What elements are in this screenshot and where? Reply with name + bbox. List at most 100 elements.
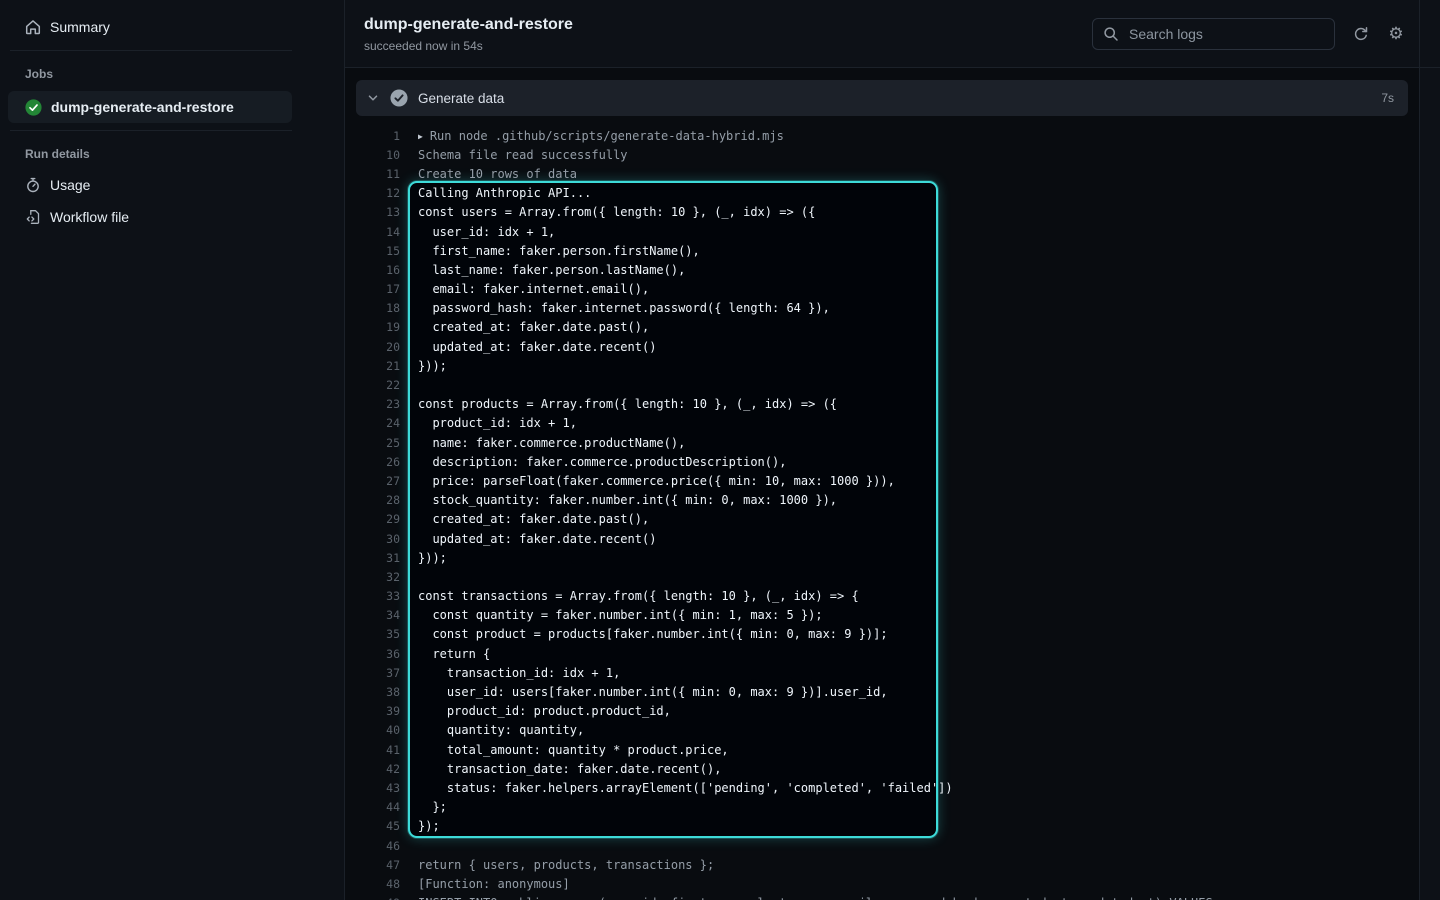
line-number: 43 <box>356 781 400 795</box>
line-number: 31 <box>356 551 400 565</box>
step-name: Generate data <box>418 91 504 106</box>
line-number: 16 <box>356 263 400 277</box>
stopwatch-icon <box>25 177 41 193</box>
sidebar-divider <box>10 130 292 131</box>
search-logs-box[interactable] <box>1092 18 1335 50</box>
file-code-icon <box>25 209 41 225</box>
line-number: 26 <box>356 455 400 469</box>
line-text: first_name: faker.person.firstName(), <box>418 244 700 258</box>
log-row: 47 return { users, products, transactions… <box>356 855 1408 874</box>
line-text: const users = Array.from({ length: 10 },… <box>418 205 815 219</box>
line-text: })); <box>418 551 447 565</box>
line-number: 36 <box>356 647 400 661</box>
main-panel: dump-generate-and-restore succeeded now … <box>345 0 1440 900</box>
line-text: price: parseFloat(faker.commerce.price({… <box>418 474 895 488</box>
line-number: 22 <box>356 378 400 392</box>
line-text: stock_quantity: faker.number.int({ min: … <box>418 493 837 507</box>
line-number: 46 <box>356 839 400 853</box>
line-number: 1 <box>356 129 400 143</box>
log-row: 14 user_id: idx + 1, <box>356 222 1408 241</box>
log-row: 37 transaction_id: idx + 1, <box>356 663 1408 682</box>
step-status-check-icon <box>390 89 408 107</box>
sidebar-item-workflow-file[interactable]: Workflow file <box>0 201 292 233</box>
log-row: 16 last_name: faker.person.lastName(), <box>356 260 1408 279</box>
line-text: quantity: quantity, <box>418 723 584 737</box>
run-details-section-label: Run details <box>0 138 344 169</box>
sidebar: Summary Jobs dump-generate-and-restore R… <box>0 0 345 900</box>
refresh-logs-button[interactable] <box>1352 25 1370 43</box>
search-logs-input[interactable] <box>1127 25 1324 43</box>
line-text: total_amount: quantity * product.price, <box>418 743 729 757</box>
line-text: created_at: faker.date.past(), <box>418 512 649 526</box>
line-text: Calling Anthropic API... <box>418 186 591 200</box>
job-header: dump-generate-and-restore succeeded now … <box>345 0 1419 68</box>
search-icon <box>1103 26 1119 42</box>
line-number: 41 <box>356 743 400 757</box>
line-number: 37 <box>356 666 400 680</box>
line-text: created_at: faker.date.past(), <box>418 320 649 334</box>
log-scrollbar-gutter[interactable] <box>1419 0 1440 900</box>
line-text: const product = products[faker.number.in… <box>418 627 888 641</box>
line-text: transaction_id: idx + 1, <box>418 666 620 680</box>
line-text: })); <box>418 359 447 373</box>
line-number: 40 <box>356 723 400 737</box>
line-number: 19 <box>356 320 400 334</box>
log-row: 41 total_amount: quantity * product.pric… <box>356 740 1408 759</box>
log-lines: 1▶Run node .github/scripts/generate-data… <box>356 126 1408 900</box>
line-number: 11 <box>356 167 400 181</box>
line-text: }; <box>418 800 447 814</box>
line-text: email: faker.internet.email(), <box>418 282 649 296</box>
line-text: Schema file read successfully <box>418 148 628 162</box>
log-row[interactable]: 1▶Run node .github/scripts/generate-data… <box>356 126 1408 145</box>
log-row: 36 return { <box>356 644 1408 663</box>
line-number: 20 <box>356 340 400 354</box>
log-row: 39 product_id: product.product_id, <box>356 702 1408 721</box>
log-row: 25 name: faker.commerce.productName(), <box>356 433 1408 452</box>
success-check-circle-icon <box>25 99 42 116</box>
log-row: 13 const users = Array.from({ length: 10 … <box>356 203 1408 222</box>
line-number: 13 <box>356 205 400 219</box>
line-text: user_id: users[faker.number.int({ min: 0… <box>418 685 888 699</box>
log-row: 35 const product = products[faker.number… <box>356 625 1408 644</box>
line-number: 25 <box>356 436 400 450</box>
log-row: 10 Schema file read successfully <box>356 145 1408 164</box>
line-text: status: faker.helpers.arrayElement(['pen… <box>418 781 953 795</box>
line-number: 24 <box>356 416 400 430</box>
log-row: 44 }; <box>356 798 1408 817</box>
log-row: 18 password_hash: faker.internet.passwor… <box>356 299 1408 318</box>
line-text: }); <box>418 819 440 833</box>
line-number: 49 <box>356 896 400 900</box>
line-number: 39 <box>356 704 400 718</box>
line-number: 14 <box>356 225 400 239</box>
line-text: return { <box>418 647 490 661</box>
line-number: 38 <box>356 685 400 699</box>
line-number: 47 <box>356 858 400 872</box>
line-text: updated_at: faker.date.recent() <box>418 532 656 546</box>
step-header-generate-data[interactable]: Generate data 7s <box>356 80 1408 116</box>
line-text: return { users, products, transactions }… <box>418 858 714 872</box>
selected-job-accent-bar <box>9 97 13 117</box>
line-number: 32 <box>356 570 400 584</box>
log-row: 49INSERT INTO public.users (user_id, fir… <box>356 894 1408 900</box>
line-number: 10 <box>356 148 400 162</box>
log-settings-button[interactable]: ⚙ <box>1387 25 1405 43</box>
line-text: [Function: anonymous] <box>418 877 570 891</box>
line-text: const quantity = faker.number.int({ min:… <box>418 608 823 622</box>
log-row: 45}); <box>356 817 1408 836</box>
log-row: 27 price: parseFloat(faker.commerce.pric… <box>356 471 1408 490</box>
line-text: description: faker.commerce.productDescr… <box>418 455 786 469</box>
sidebar-item-summary[interactable]: Summary <box>0 11 292 43</box>
step-duration: 7s <box>1381 91 1394 105</box>
sidebar-job-dump-generate-and-restore[interactable]: dump-generate-and-restore <box>8 91 292 123</box>
log-row: 22 <box>356 375 1408 394</box>
log-row: 34 const quantity = faker.number.int({ m… <box>356 606 1408 625</box>
log-row: 17 email: faker.internet.email(), <box>356 280 1408 299</box>
log-row: 42 transaction_date: faker.date.recent()… <box>356 759 1408 778</box>
sidebar-item-label: Workflow file <box>50 209 129 225</box>
log-row: 21})); <box>356 356 1408 375</box>
line-text: transaction_date: faker.date.recent(), <box>418 762 721 776</box>
line-number: 27 <box>356 474 400 488</box>
line-number: 33 <box>356 589 400 603</box>
log-viewer: Generate data 7s 1▶Run node .github/scri… <box>345 68 1419 900</box>
sidebar-item-usage[interactable]: Usage <box>0 169 292 201</box>
